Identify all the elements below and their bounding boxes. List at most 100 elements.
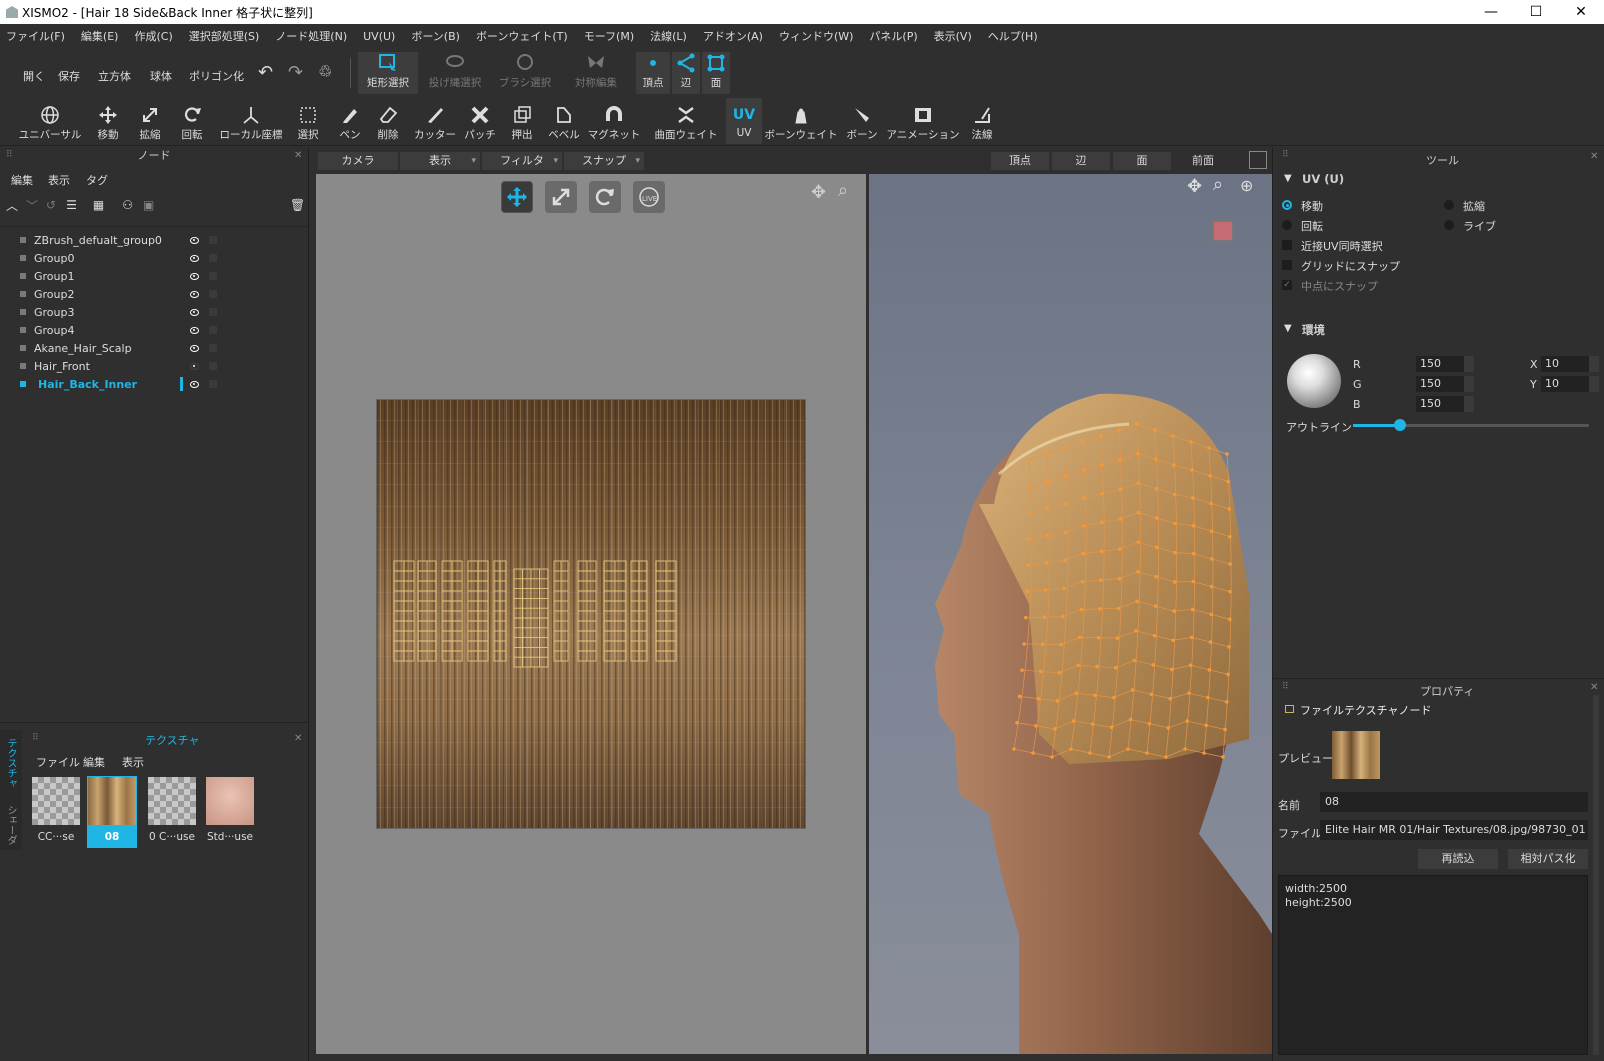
menu-window[interactable]: ウィンドウ(W)	[779, 28, 853, 44]
b-spinner[interactable]	[1464, 396, 1474, 412]
texture-thumb[interactable]: Std···use	[205, 776, 255, 846]
vertex-mode-button[interactable]: 頂点	[636, 52, 670, 94]
rotate-radio[interactable]	[1282, 220, 1292, 230]
eye-icon[interactable]	[190, 255, 199, 262]
node-item[interactable]: Akane_Hair_Scalp	[0, 339, 308, 357]
node-menu-tag[interactable]: タグ	[86, 172, 108, 188]
uv-move-icon[interactable]	[501, 181, 533, 213]
grid-snap-checkbox[interactable]	[1282, 260, 1292, 270]
cube-button[interactable]: 立方体	[98, 68, 131, 84]
g-spinner[interactable]	[1464, 376, 1474, 392]
node-item[interactable]: Group4	[0, 321, 308, 339]
minimize-button[interactable]: —	[1468, 0, 1514, 24]
menu-create[interactable]: 作成(C)	[134, 28, 172, 44]
node-item[interactable]: Group3	[0, 303, 308, 321]
lock-icon[interactable]	[209, 236, 217, 244]
undo-node-icon[interactable]: ↺	[46, 198, 56, 212]
lock-icon[interactable]	[209, 344, 217, 352]
node-menu-edit[interactable]: 編集	[11, 172, 33, 188]
texture-menu-file[interactable]: ファイル	[36, 754, 80, 770]
eye-icon[interactable]	[190, 345, 199, 352]
undo-icon[interactable]: ↶	[258, 62, 273, 83]
delete-tool[interactable]: 削除	[372, 104, 404, 142]
file-path-field[interactable]: 01_98730/Elite Hair MR 01/Hair Textures/…	[1320, 820, 1588, 840]
lock-icon[interactable]	[209, 272, 217, 280]
front-view-label[interactable]: 前面	[1174, 152, 1232, 170]
close-button[interactable]: ✕	[1558, 0, 1604, 24]
menu-uv[interactable]: UV(U)	[363, 30, 395, 43]
menu-edit[interactable]: 編集(E)	[81, 28, 119, 44]
uv-scale-icon[interactable]	[545, 181, 577, 213]
pan-icon[interactable]: ✥	[811, 182, 826, 203]
menu-file[interactable]: ファイル(F)	[6, 28, 65, 44]
chevron-down-icon[interactable]: ﹀	[26, 197, 38, 214]
node-item[interactable]: Hair_Front	[0, 357, 308, 375]
filter-dropdown[interactable]: フィルタ ▾	[482, 152, 562, 170]
y-input[interactable]: 10	[1541, 376, 1589, 392]
x-spinner[interactable]	[1589, 356, 1599, 372]
uv-live-icon[interactable]: LIVE	[633, 181, 665, 213]
face-filter-button[interactable]: 面	[1113, 152, 1171, 170]
edge-mode-button[interactable]: 辺	[672, 52, 700, 94]
eye-icon[interactable]	[190, 381, 199, 388]
y-spinner[interactable]	[1589, 376, 1599, 392]
b-input[interactable]: 150	[1416, 396, 1464, 412]
grid-icon[interactable]: ▦	[93, 198, 104, 212]
lock-icon[interactable]	[209, 362, 217, 370]
close-icon[interactable]: ✕	[1590, 151, 1598, 162]
grid-view-icon[interactable]	[1249, 151, 1267, 169]
normal-tool[interactable]: 法線	[966, 104, 998, 142]
menu-help[interactable]: ヘルプ(H)	[988, 28, 1038, 44]
collapse-triangle-icon[interactable]: ▼	[1284, 173, 1292, 184]
close-icon[interactable]: ✕	[294, 733, 302, 744]
polygonize-button[interactable]: ポリゴン化	[189, 68, 244, 84]
magnet-tool[interactable]: マグネット	[588, 104, 640, 142]
scrollbar[interactable]	[1593, 695, 1599, 1055]
lock-icon[interactable]	[209, 254, 217, 262]
camera-button[interactable]: カメラ	[318, 152, 398, 170]
lock-icon[interactable]	[209, 308, 217, 316]
eye-icon[interactable]	[190, 237, 199, 244]
node-item[interactable]: Group0	[0, 249, 308, 267]
eye-icon[interactable]	[190, 327, 199, 334]
maximize-button[interactable]: ☐	[1513, 0, 1559, 24]
eye-icon[interactable]	[190, 273, 199, 280]
select-tool[interactable]: 選択	[292, 104, 324, 142]
node-item[interactable]: Group1	[0, 267, 308, 285]
texture-thumb[interactable]: 0 C···use	[147, 776, 197, 846]
eye-icon[interactable]	[190, 309, 199, 316]
collapse-triangle-icon[interactable]: ▼	[1284, 323, 1292, 334]
live-radio[interactable]	[1444, 220, 1454, 230]
eye-icon[interactable]	[190, 291, 199, 298]
drag-handle-icon[interactable]: ⠿	[1282, 150, 1289, 160]
scale-radio[interactable]	[1444, 200, 1454, 210]
rect-select-tool[interactable]: 矩形選択	[358, 52, 418, 94]
chevron-up-icon[interactable]: ︿	[6, 197, 18, 214]
uv-texture-canvas[interactable]	[376, 399, 806, 829]
group-icon[interactable]: ⚇	[122, 198, 133, 212]
menu-addon[interactable]: アドオン(A)	[703, 28, 763, 44]
uv-rotate-icon[interactable]	[589, 181, 621, 213]
relative-path-button[interactable]: 相対パス化	[1508, 849, 1588, 869]
display-dropdown[interactable]: 表示 ▾	[400, 152, 480, 170]
near-uv-checkbox[interactable]	[1282, 240, 1292, 250]
name-field[interactable]: 08	[1320, 792, 1588, 812]
menu-selection[interactable]: 選択部処理(S)	[189, 28, 260, 44]
drag-handle-icon[interactable]: ⠿	[32, 733, 39, 743]
save-button[interactable]: 保存	[58, 68, 80, 84]
symmetry-edit-tool[interactable]: 対称編集	[568, 52, 624, 94]
bone-weight-tool[interactable]: ボーンウェイト	[765, 104, 838, 142]
open-button[interactable]: 開く	[23, 68, 45, 84]
eye-hidden-icon[interactable]	[190, 363, 199, 370]
texture-menu-view[interactable]: 表示	[122, 754, 144, 770]
edge-filter-button[interactable]: 辺	[1052, 152, 1110, 170]
node-item[interactable]: ZBrush_defualt_group0	[0, 231, 308, 249]
move-tool[interactable]: 移動	[92, 104, 124, 142]
lock-icon[interactable]	[209, 326, 217, 334]
menu-view[interactable]: 表示(V)	[934, 28, 972, 44]
bone-tool[interactable]: ボーン	[846, 104, 878, 142]
pen-tool[interactable]: ペン	[334, 104, 366, 142]
texture-menu-edit[interactable]: 編集	[83, 754, 105, 770]
search-icon[interactable]: ⌕	[838, 180, 848, 201]
tab-texture[interactable]: テクスチャ	[3, 738, 18, 788]
